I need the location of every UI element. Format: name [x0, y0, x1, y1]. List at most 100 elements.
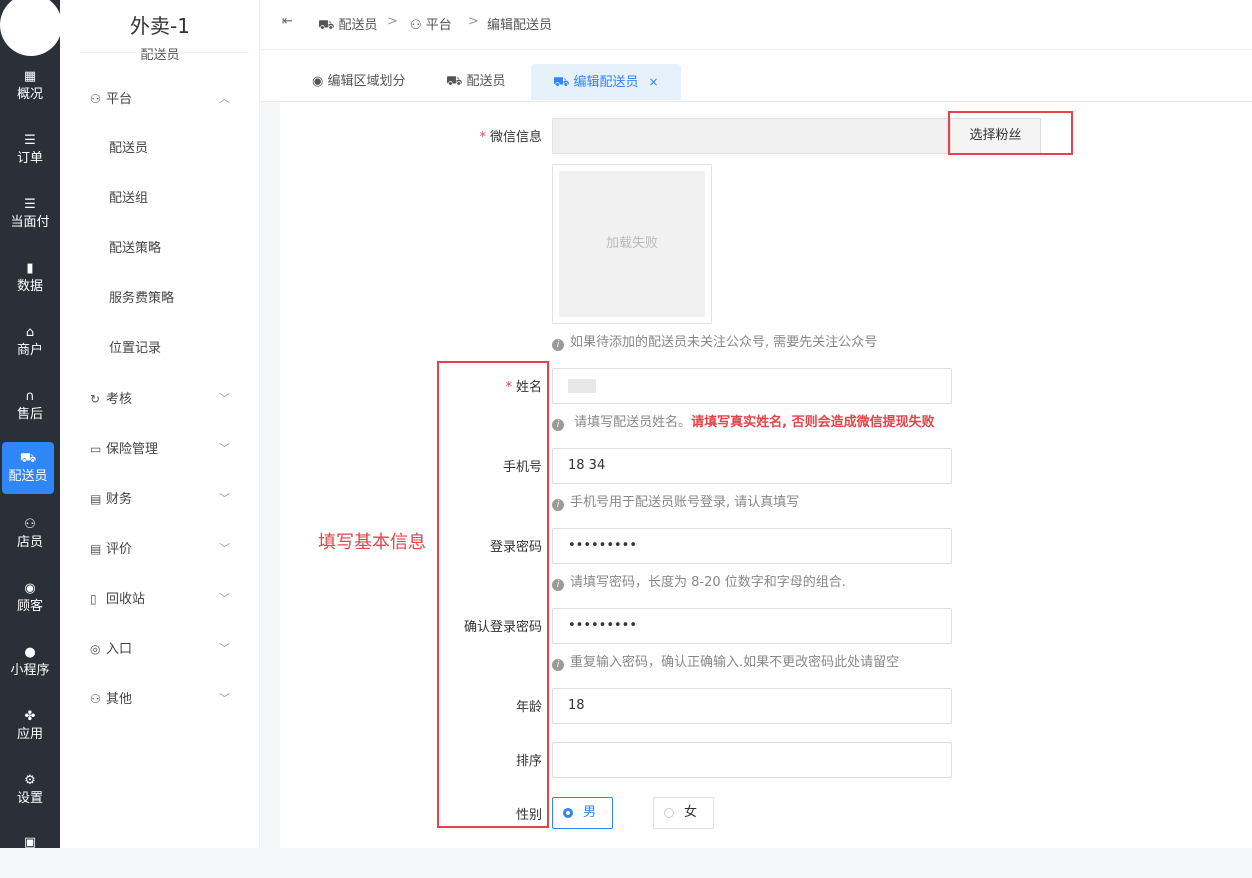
- highlight-box: [948, 111, 1073, 155]
- user-settings-icon: ⚇: [90, 692, 101, 706]
- wechat-hint: i 如果待添加的配送员未关注公众号, 需要先关注公众号: [552, 331, 877, 351]
- image-failed-text: 加载失败: [559, 171, 705, 317]
- rail-item-settings[interactable]: ⚙ 设置: [0, 764, 60, 816]
- document-icon: ▤: [90, 542, 102, 556]
- annotation-text: 填写基本信息: [318, 532, 426, 553]
- info-icon: i: [552, 419, 564, 431]
- lock-icon: ▣: [23, 835, 37, 850]
- logo: [0, 0, 62, 56]
- password-hint: i 请填写密码，长度为 8-20 位数字和字母的组合.: [552, 571, 846, 591]
- finance-icon: ▤: [90, 492, 102, 506]
- user-list-icon: ⚇: [90, 92, 101, 106]
- store-icon: ⌂: [25, 325, 35, 340]
- breadcrumb-platform[interactable]: ⚇ 平台: [410, 14, 452, 33]
- rail-item-miniapp[interactable]: ● 小程序: [0, 636, 60, 688]
- sidebar-group-finance[interactable]: ▤ 财务 ﹀: [60, 481, 260, 517]
- phone-input[interactable]: 18 34: [552, 448, 952, 484]
- name-input[interactable]: [552, 368, 952, 404]
- radio-dot: [563, 808, 573, 818]
- sort-input[interactable]: [552, 742, 952, 778]
- tab-bar: ◉ 编辑区域划分 ⛟ 配送员 ⛟ 编辑配送员 ×: [260, 50, 1252, 102]
- tab-courier[interactable]: ⛟ 配送员: [446, 64, 506, 100]
- info-icon: i: [552, 579, 564, 591]
- delivery-icon: ⛟: [318, 18, 339, 33]
- divider: [80, 52, 249, 53]
- delivery-icon: ⛟: [446, 74, 467, 89]
- rail-item-aftersale[interactable]: ∩ 售后: [0, 380, 60, 432]
- phone-hint: i 手机号用于配送员账号登录, 请认真填写: [552, 491, 799, 511]
- rail-item-customer[interactable]: ◉ 顾客: [0, 572, 60, 624]
- sidebar-item-location[interactable]: 位置记录: [60, 331, 260, 367]
- sidebar-group-other[interactable]: ⚇ 其他 ﹀: [60, 681, 260, 717]
- close-icon[interactable]: ×: [649, 75, 659, 89]
- refresh-icon: ↻: [90, 392, 101, 406]
- user-list-icon: ⚇: [410, 18, 426, 33]
- rail-item-lock[interactable]: ▣: [0, 826, 60, 878]
- sidebar-item-courier[interactable]: 配送员: [60, 131, 260, 167]
- trash-icon: ▯: [90, 592, 97, 606]
- rail-item-merchant[interactable]: ⌂ 商户: [0, 316, 60, 368]
- app-title: 外卖-1: [130, 14, 190, 38]
- main-rail: ▦ 概况 ☰ 订单 ☰ 当面付 ▮ 数据 ⌂ 商户 ∩ 售后 ⛟ 配送员 ⚇ 店员 ◉ 顾客 ● 小…: [0, 0, 62, 850]
- sub-sidebar: 外卖-1 配送员 ⚇ 平台 ︿ 配送员 配送组 配送策略 服务费策略 位置记录 ↻ 考…: [60, 0, 260, 848]
- sidebar-group-review[interactable]: ▤ 评价 ﹀: [60, 531, 260, 567]
- name-hint: i 请填写配送员姓名。请填写真实姓名, 否则会造成微信提现失败: [552, 411, 935, 431]
- radio-dot: [664, 808, 674, 818]
- top-bar: ⇤ ⛟ 配送员 > ⚇ 平台 > 编辑配送员: [260, 0, 1252, 50]
- breadcrumb-separator: >: [387, 14, 398, 29]
- chevron-down-icon: ﹀: [219, 592, 230, 605]
- sidebar-item-strategy[interactable]: 配送策略: [60, 231, 260, 267]
- gender-male-radio[interactable]: 男: [552, 797, 613, 829]
- list-icon: ☰: [24, 197, 36, 212]
- chevron-down-icon: ﹀: [219, 542, 230, 555]
- rail-item-staff[interactable]: ⚇ 店员: [0, 508, 60, 560]
- wechat-icon: ●: [24, 645, 36, 660]
- breadcrumb-courier[interactable]: ⛟ 配送员: [318, 14, 378, 35]
- wechat-input[interactable]: [552, 118, 948, 154]
- dashboard-icon: ▦: [23, 69, 37, 84]
- chevron-up-icon: ︿: [219, 92, 230, 105]
- breadcrumb-separator: >: [468, 14, 479, 29]
- rail-item-data[interactable]: ▮ 数据: [0, 252, 60, 304]
- user-circle-icon: ◉: [24, 581, 36, 596]
- rail-item-orders[interactable]: ☰ 订单: [0, 124, 60, 176]
- age-input[interactable]: 18: [552, 688, 952, 724]
- breadcrumb-current: 编辑配送员: [487, 18, 553, 33]
- avatar-image: 加载失败: [552, 164, 712, 324]
- confirm-password-input[interactable]: •••••••••: [552, 608, 952, 644]
- password-input[interactable]: •••••••••: [552, 528, 952, 564]
- chevron-down-icon: ﹀: [219, 442, 230, 455]
- highlight-box: [437, 361, 549, 828]
- gender-female-radio[interactable]: 女: [653, 797, 714, 829]
- rail-item-apps[interactable]: ✤ 应用: [0, 700, 60, 752]
- info-icon: i: [552, 659, 564, 671]
- sidebar-group-platform[interactable]: ⚇ 平台 ︿: [60, 81, 260, 117]
- compass-icon: ◎: [90, 642, 101, 656]
- rail-item-facepay[interactable]: ☰ 当面付: [0, 188, 60, 240]
- sidebar-item-fee-strategy[interactable]: 服务费策略: [60, 281, 260, 317]
- section-subtitle: 配送员: [140, 48, 180, 63]
- info-icon: i: [552, 499, 564, 511]
- delivery-icon: ⛟: [19, 451, 37, 466]
- rail-item-delivery[interactable]: ⛟ 配送员: [2, 442, 54, 494]
- headset-icon: ∩: [25, 389, 35, 404]
- tab-edit-courier[interactable]: ⛟ 编辑配送员 ×: [531, 64, 681, 100]
- chevron-down-icon: ﹀: [219, 492, 230, 505]
- collapse-menu-icon[interactable]: ⇤: [282, 14, 293, 29]
- tab-edit-region[interactable]: ◉ 编辑区域划分: [312, 64, 406, 100]
- rail-item-overview[interactable]: ▦ 概况: [0, 60, 60, 112]
- laptop-icon: ▭: [90, 442, 102, 456]
- confirm-password-hint: i 重复输入密码，确认正确输入.如果不更改密码此处请留空: [552, 651, 899, 671]
- sidebar-group-insurance[interactable]: ▭ 保险管理 ﹀: [60, 431, 260, 467]
- sidebar-group-recycle[interactable]: ▯ 回收站 ﹀: [60, 581, 260, 617]
- blurred-value: [568, 378, 596, 393]
- sidebar-item-group[interactable]: 配送组: [60, 181, 260, 217]
- sidebar-group-assess[interactable]: ↻ 考核 ﹀: [60, 381, 260, 417]
- apps-icon: ✤: [24, 709, 36, 724]
- chevron-down-icon: ﹀: [219, 692, 230, 705]
- wechat-label: * 微信信息: [479, 130, 542, 145]
- chevron-down-icon: ﹀: [219, 392, 230, 405]
- settings-user-icon: ⚙: [24, 773, 36, 788]
- chevron-down-icon: ﹀: [219, 642, 230, 655]
- sidebar-group-entry[interactable]: ◎ 入口 ﹀: [60, 631, 260, 667]
